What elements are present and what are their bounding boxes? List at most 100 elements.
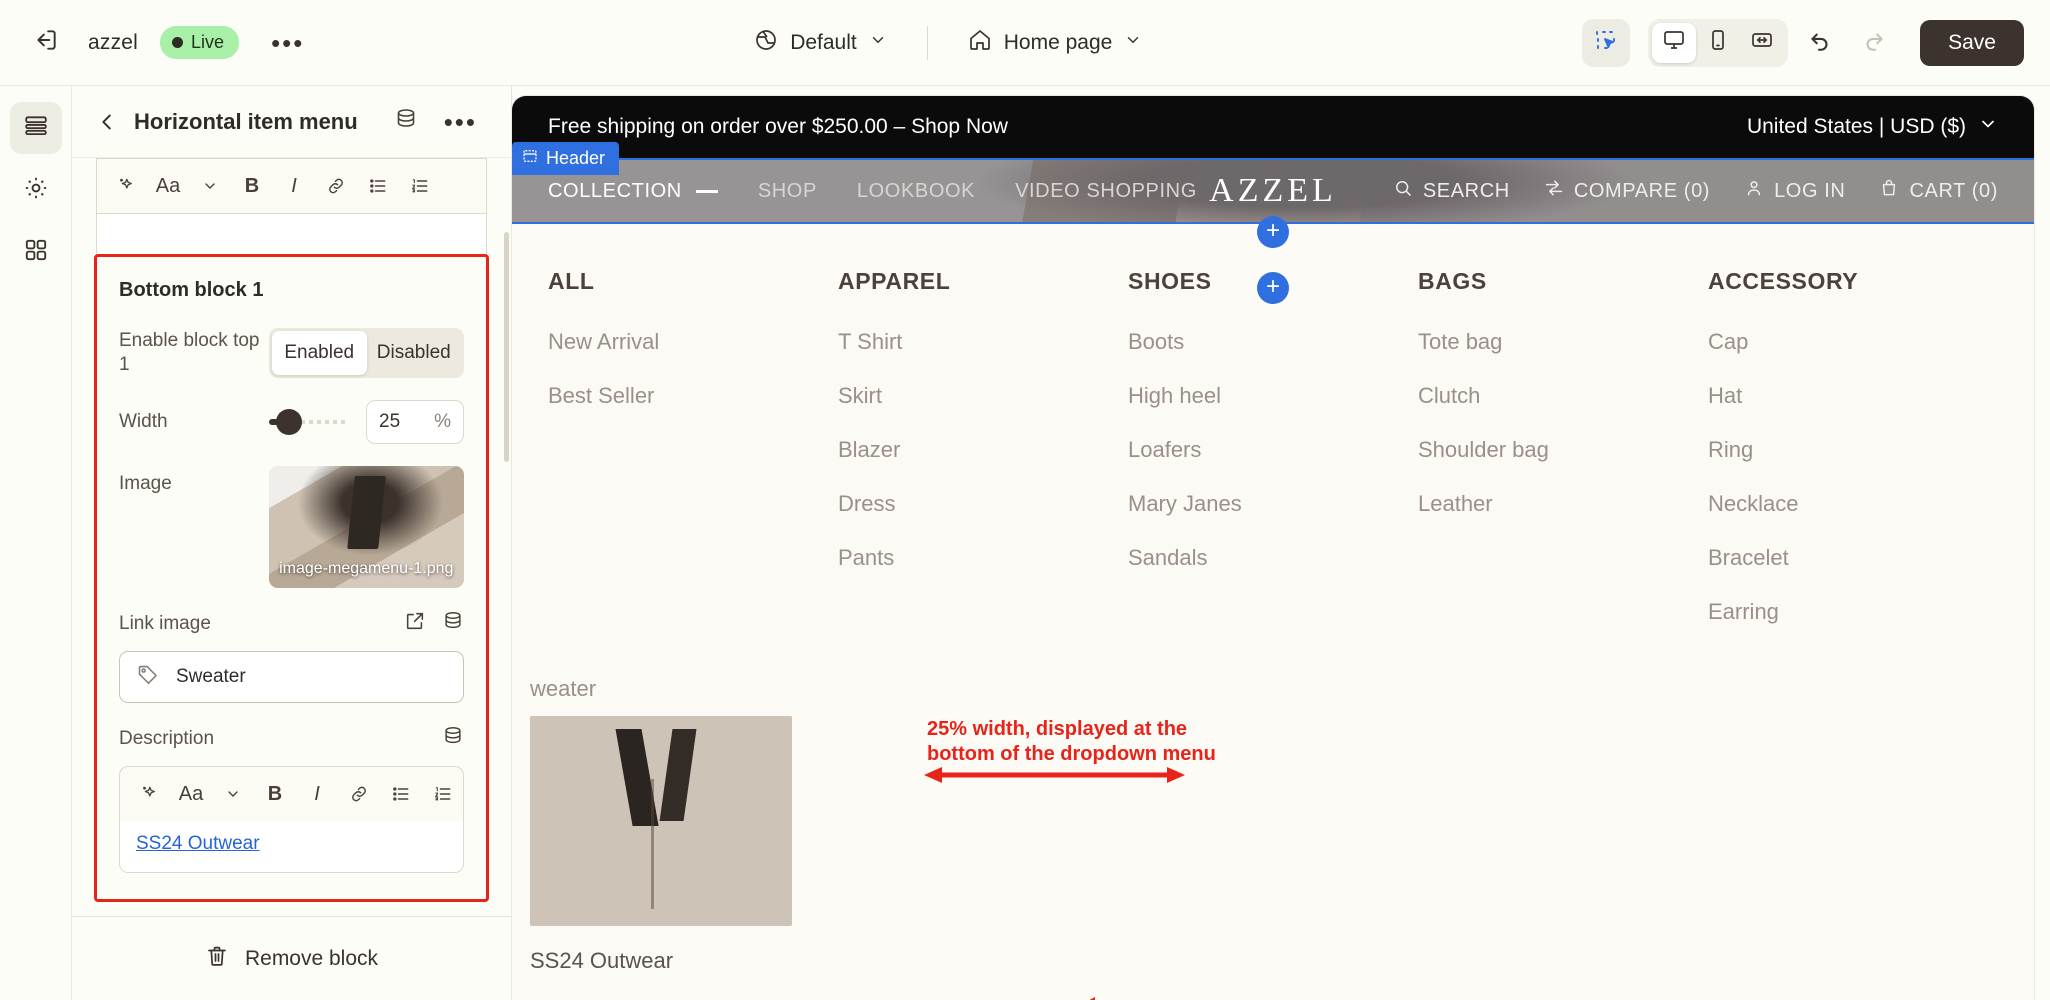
- mega-item[interactable]: Shoulder bag: [1418, 437, 1708, 463]
- bullet-list-icon[interactable]: [359, 167, 397, 205]
- italic-button[interactable]: I: [275, 167, 313, 205]
- mega-item[interactable]: Blazer: [838, 437, 1128, 463]
- select-tool-button[interactable]: [1582, 18, 1631, 67]
- page-selector[interactable]: Home page: [952, 20, 1159, 66]
- cart-button[interactable]: CART (0): [1879, 178, 1998, 204]
- locale-selector[interactable]: United States | USD ($): [1747, 114, 1998, 140]
- mega-item[interactable]: Clutch: [1418, 383, 1708, 409]
- exit-button[interactable]: [26, 23, 66, 63]
- add-section-below-button[interactable]: +: [1257, 272, 1289, 304]
- font-size-button[interactable]: Aa: [172, 775, 210, 813]
- add-section-above-button[interactable]: +: [1257, 216, 1289, 248]
- remove-block-button[interactable]: Remove block: [72, 916, 511, 1000]
- mega-heading[interactable]: ACCESSORY: [1708, 268, 1998, 295]
- width-input[interactable]: 25 %: [366, 400, 464, 444]
- mega-item[interactable]: Hat: [1708, 383, 1998, 409]
- mega-item[interactable]: Necklace: [1708, 491, 1998, 517]
- nav-collection[interactable]: COLLECTION: [548, 180, 718, 203]
- image-label: Image: [119, 473, 172, 494]
- mega-item[interactable]: Tote bag: [1418, 329, 1708, 355]
- nav-link-video-shopping[interactable]: VIDEO SHOPPING: [1015, 180, 1197, 203]
- link-image-input[interactable]: Sweater: [119, 651, 464, 703]
- numbered-list-icon[interactable]: [424, 775, 462, 813]
- login-button[interactable]: LOG IN: [1744, 178, 1845, 204]
- link-icon[interactable]: [317, 167, 355, 205]
- shop-name[interactable]: azzel: [88, 31, 138, 55]
- description-link[interactable]: SS24 Outwear: [136, 833, 260, 854]
- mega-item[interactable]: T Shirt: [838, 329, 1128, 355]
- undo-button[interactable]: [1798, 21, 1842, 65]
- fullwidth-view-button[interactable]: [1740, 23, 1784, 63]
- bold-button[interactable]: B: [233, 167, 271, 205]
- theme-selector[interactable]: Default: [738, 20, 903, 66]
- save-button[interactable]: Save: [1920, 19, 2024, 66]
- search-button[interactable]: SEARCH: [1393, 178, 1510, 204]
- mega-item[interactable]: Pants: [838, 545, 1128, 571]
- mobile-view-button[interactable]: [1696, 23, 1740, 63]
- bottom-block-caption[interactable]: SS24 Outwear: [530, 948, 798, 974]
- sidebar-item-apps[interactable]: [10, 226, 62, 278]
- image-row: Image image-megamenu-1.png: [119, 466, 464, 588]
- description-label: Description: [119, 727, 215, 749]
- mega-heading[interactable]: BAGS: [1418, 268, 1708, 295]
- mega-item[interactable]: Best Seller: [548, 383, 838, 409]
- width-slider[interactable]: [269, 409, 348, 435]
- block-title: Bottom block 1: [119, 279, 264, 301]
- compare-button[interactable]: COMPARE (0): [1544, 178, 1710, 204]
- numbered-list-icon[interactable]: [401, 167, 439, 205]
- mega-item[interactable]: Boots: [1128, 329, 1418, 355]
- description-editor[interactable]: SS24 Outwear: [119, 821, 464, 873]
- redo-icon: [1861, 27, 1887, 58]
- shop-more-button[interactable]: •••: [261, 23, 314, 63]
- bottom-block-image[interactable]: [530, 716, 792, 926]
- nav-link-lookbook[interactable]: LOOKBOOK: [857, 180, 975, 203]
- bold-button[interactable]: B: [256, 775, 294, 813]
- compare-icon: [1544, 178, 1564, 204]
- database-icon[interactable]: [442, 610, 464, 637]
- mega-column-bags: BAGS Tote bag Clutch Shoulder bag Leathe…: [1418, 268, 1708, 653]
- mega-item[interactable]: Loafers: [1128, 437, 1418, 463]
- mega-item[interactable]: High heel: [1128, 383, 1418, 409]
- brand-logo[interactable]: AZZEL: [1209, 172, 1337, 210]
- header-section-tag[interactable]: Header: [512, 142, 620, 175]
- external-link-icon[interactable]: [404, 610, 426, 637]
- bullet-list-icon[interactable]: [382, 775, 420, 813]
- mega-item[interactable]: Skirt: [838, 383, 1128, 409]
- sidebar-scrollbar[interactable]: [504, 232, 509, 462]
- font-size-button[interactable]: Aa: [149, 167, 187, 205]
- redo-button[interactable]: [1852, 21, 1896, 65]
- desktop-view-button[interactable]: [1652, 22, 1697, 63]
- disabled-option[interactable]: Disabled: [367, 331, 462, 375]
- mega-item[interactable]: Mary Janes: [1128, 491, 1418, 517]
- sidebar-item-settings[interactable]: [10, 164, 62, 216]
- sidebar-item-sections[interactable]: [9, 102, 62, 154]
- image-thumbnail[interactable]: image-megamenu-1.png: [268, 466, 464, 588]
- link-icon[interactable]: [340, 775, 378, 813]
- mega-item[interactable]: Dress: [838, 491, 1128, 517]
- sidebar-more-button[interactable]: •••: [434, 102, 487, 142]
- mega-heading[interactable]: APPAREL: [838, 268, 1128, 295]
- annotation-width-arrow: [922, 764, 1187, 786]
- sparkle-icon[interactable]: [107, 167, 145, 205]
- slider-thumb[interactable]: [275, 409, 302, 435]
- mega-item[interactable]: Leather: [1418, 491, 1708, 517]
- announcement-text[interactable]: Free shipping on order over $250.00 – Sh…: [548, 115, 1747, 139]
- mega-item[interactable]: Ring: [1708, 437, 1998, 463]
- database-icon[interactable]: [394, 107, 418, 136]
- database-icon[interactable]: [442, 725, 464, 752]
- sparkle-icon[interactable]: [130, 775, 168, 813]
- mega-item[interactable]: Sandals: [1128, 545, 1418, 571]
- mega-item[interactable]: Earring: [1708, 599, 1998, 625]
- mega-heading[interactable]: ALL: [548, 268, 838, 295]
- italic-button[interactable]: I: [298, 775, 336, 813]
- mega-item[interactable]: Bracelet: [1708, 545, 1998, 571]
- mega-item[interactable]: Cap: [1708, 329, 1998, 355]
- enabled-option[interactable]: Enabled: [272, 331, 367, 375]
- chevron-down-icon[interactable]: [191, 167, 229, 205]
- nav-link-shop[interactable]: SHOP: [758, 180, 817, 203]
- mega-item[interactable]: New Arrival: [548, 329, 838, 355]
- back-button[interactable]: [96, 111, 118, 133]
- toolbar-center-group: Default Home page: [314, 20, 1582, 66]
- status-badge[interactable]: Live: [160, 26, 240, 59]
- chevron-down-icon[interactable]: [214, 775, 252, 813]
